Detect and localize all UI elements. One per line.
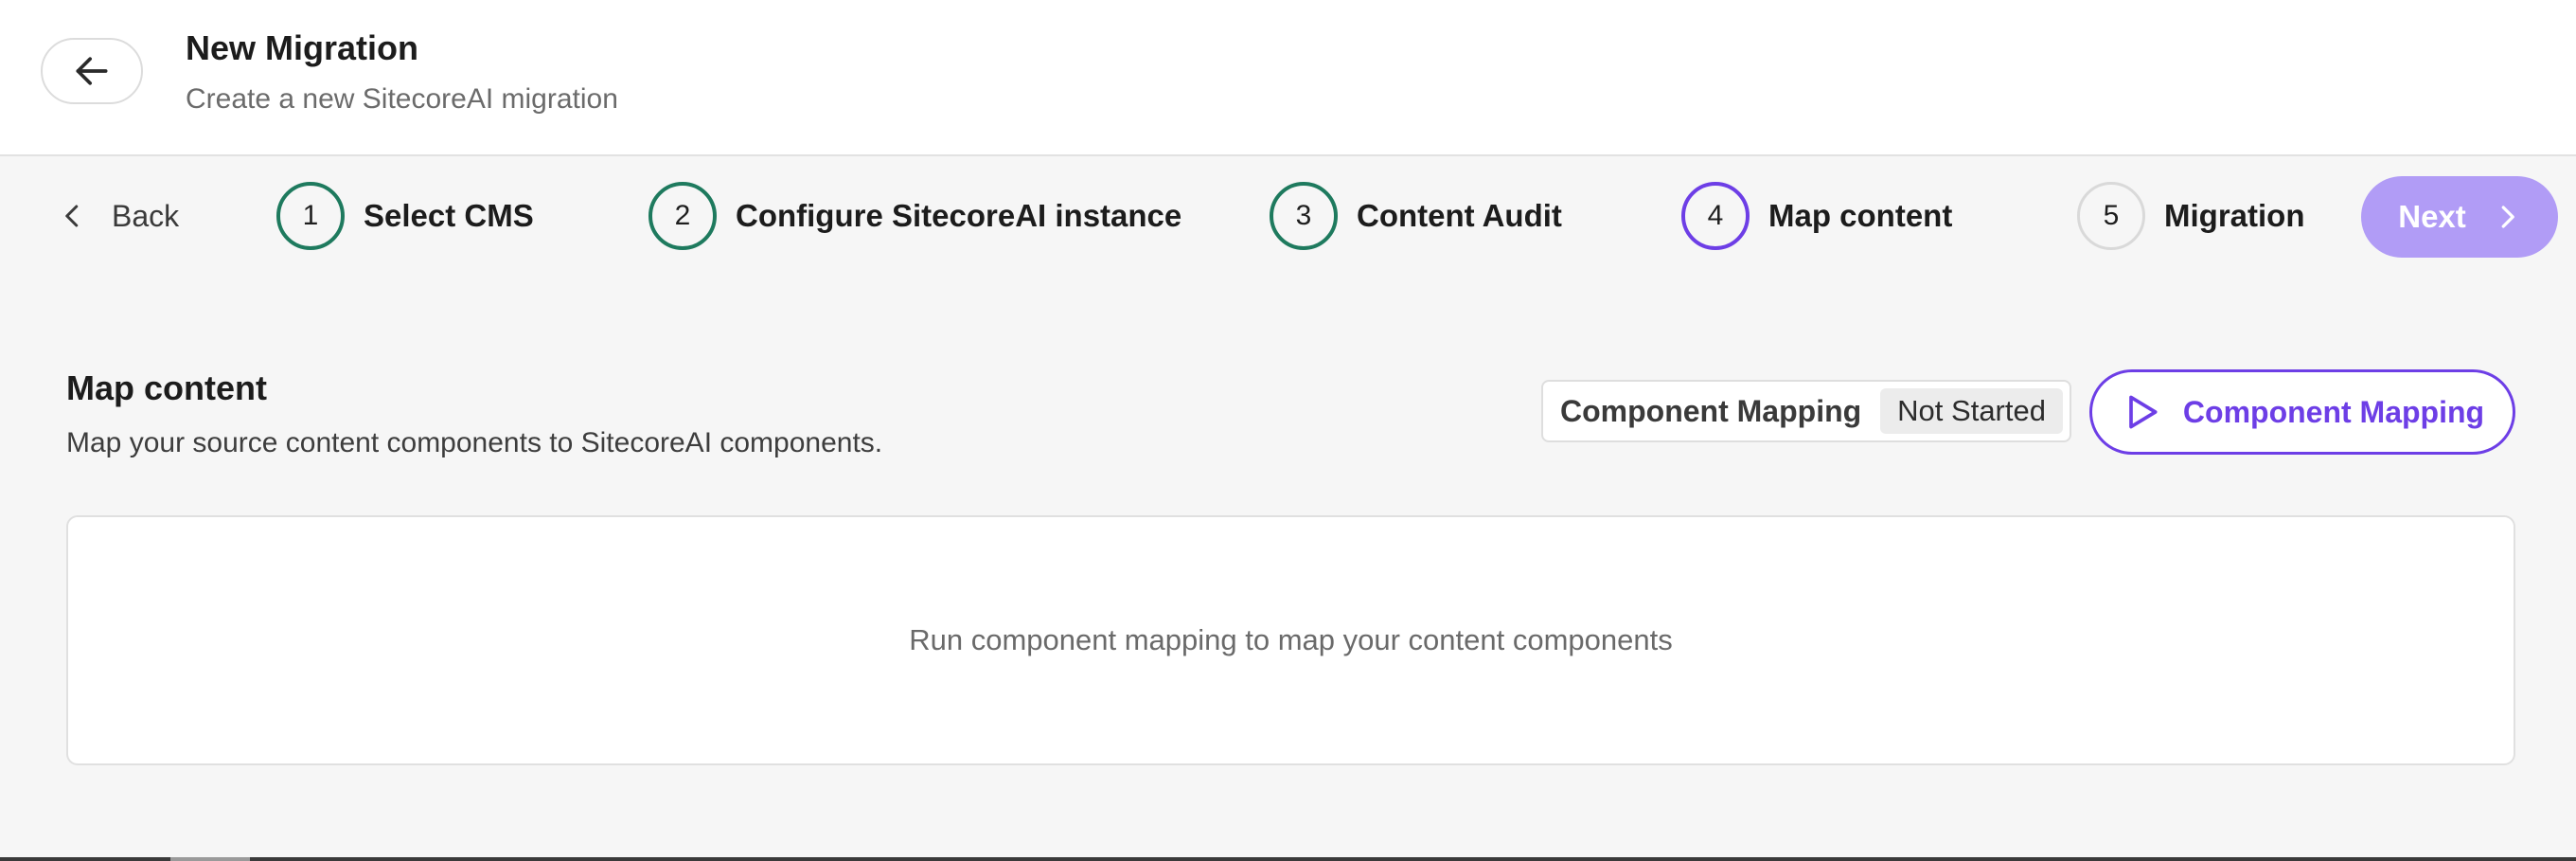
arrow-left-icon — [76, 57, 108, 85]
empty-state-message: Run component mapping to map your conten… — [909, 623, 1673, 656]
play-icon — [2129, 395, 2158, 429]
step-number: 4 — [1681, 182, 1750, 250]
step-label: Configure SitecoreAI instance — [736, 198, 1182, 233]
step-configure-instance[interactable]: 2 Configure SitecoreAI instance — [648, 182, 1181, 250]
mapping-status-label: Component Mapping — [1560, 393, 1862, 428]
migration-stepper: Back 1 Select CMS 2 Configure SitecoreAI… — [0, 161, 2576, 271]
status-badge: Not Started — [1880, 388, 2063, 434]
header-back-button[interactable] — [41, 38, 143, 104]
window-bottom-border — [0, 857, 2576, 861]
next-label: Next — [2398, 199, 2466, 234]
run-button-label: Component Mapping — [2182, 394, 2485, 429]
chevron-left-icon — [65, 205, 79, 227]
page-subtitle: Create a new SitecoreAI migration — [186, 83, 618, 115]
step-map-content[interactable]: 4 Map content — [1681, 182, 1952, 250]
chevron-right-icon — [2501, 206, 2514, 228]
stepper-back-label: Back — [112, 198, 180, 233]
section-description: Map your source content components to Si… — [66, 427, 883, 458]
run-component-mapping-button[interactable]: Component Mapping — [2089, 369, 2515, 455]
section-title: Map content — [66, 368, 267, 407]
stepper-back-button[interactable]: Back — [59, 189, 179, 242]
step-number: 2 — [648, 182, 717, 250]
step-number: 5 — [2077, 182, 2145, 250]
mapping-results-panel: Run component mapping to map your conten… — [66, 515, 2515, 765]
step-number: 1 — [276, 182, 345, 250]
step-migration[interactable]: 5 Migration — [2077, 182, 2304, 250]
page-header: New Migration Create a new SitecoreAI mi… — [0, 0, 2576, 156]
page-title: New Migration — [186, 28, 419, 67]
step-number: 3 — [1270, 182, 1338, 250]
step-label: Select CMS — [364, 198, 534, 233]
step-label: Migration — [2164, 198, 2305, 233]
step-label: Content Audit — [1357, 198, 1562, 233]
next-button[interactable]: Next — [2361, 176, 2558, 258]
step-content-audit[interactable]: 3 Content Audit — [1270, 182, 1562, 250]
scroll-indicator — [170, 857, 250, 861]
step-select-cms[interactable]: 1 Select CMS — [276, 182, 534, 250]
step-label: Map content — [1768, 198, 1953, 233]
mapping-status: Component Mapping Not Started — [1541, 380, 2071, 442]
